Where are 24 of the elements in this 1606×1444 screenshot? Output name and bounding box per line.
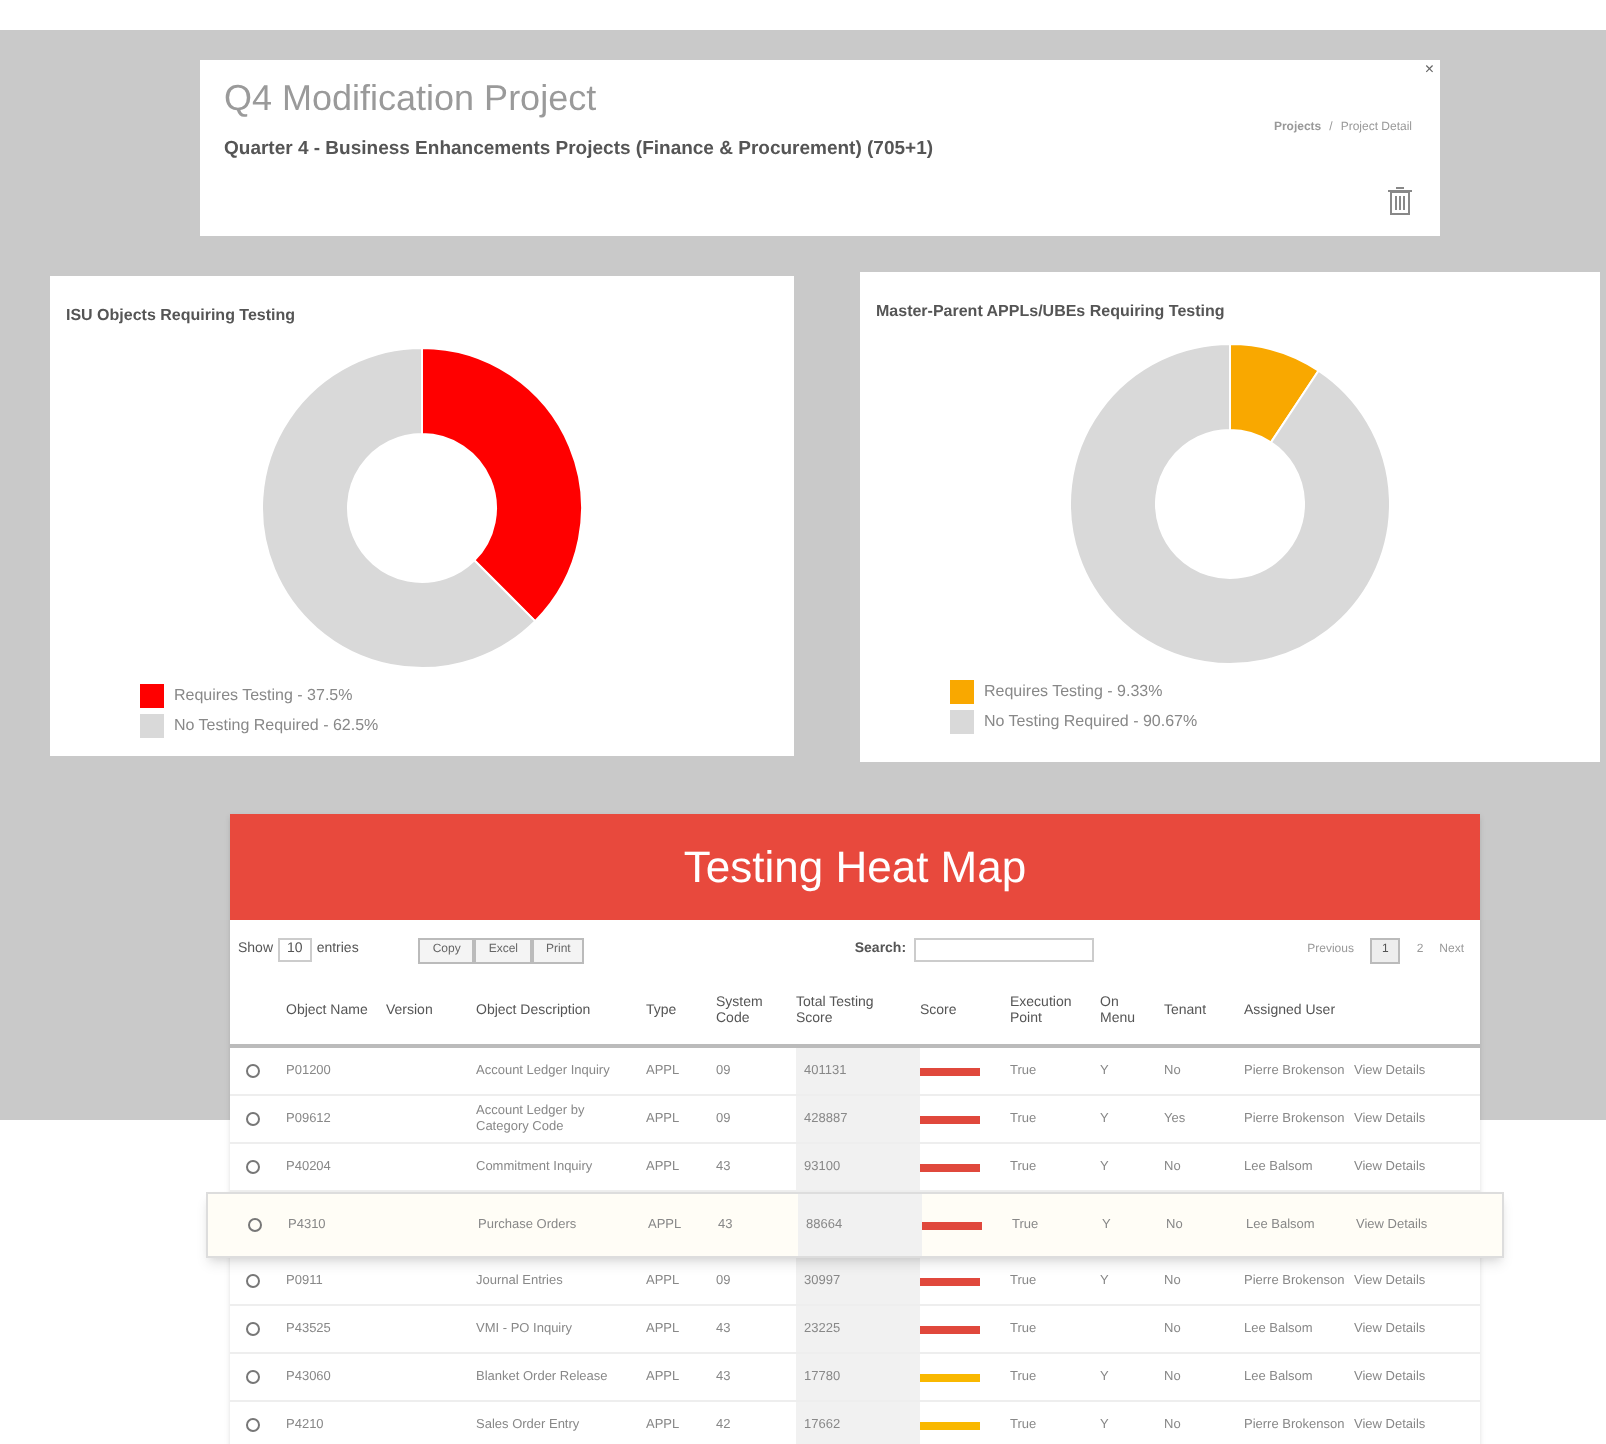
radio-button[interactable] [246, 1418, 260, 1432]
legend-swatch [140, 714, 164, 738]
radio-button[interactable] [246, 1322, 260, 1336]
trash-icon[interactable] [1388, 186, 1412, 216]
legend-swatch [950, 710, 974, 734]
radio-button[interactable] [246, 1160, 260, 1174]
chart-title: Master-Parent APPLs/UBEs Requiring Testing [874, 300, 1227, 324]
radio-button[interactable] [246, 1274, 260, 1288]
radio-button[interactable] [248, 1218, 262, 1232]
radio-button[interactable] [246, 1112, 260, 1126]
radio-button[interactable] [246, 1370, 260, 1384]
legend-label: No Testing Required - 62.5% [174, 714, 379, 738]
legend-label: No Testing Required - 90.67% [984, 710, 1198, 734]
search-field[interactable] [914, 938, 1095, 962]
heat-map-header: Testing Heat Map [230, 814, 1480, 920]
legend-swatch [950, 680, 974, 704]
project-title: Q4 Modification Project [224, 76, 599, 121]
legend-label: Requires Testing - 37.5% [174, 684, 353, 708]
close-button[interactable]: × [1424, 62, 1434, 78]
legend-label: Requires Testing - 9.33% [984, 680, 1163, 704]
chart-title: ISU Objects Requiring Testing [64, 304, 298, 328]
legend-swatch [140, 684, 164, 708]
project-subtitle: Quarter 4 - Business Enhancements Projects (Finance & Procurement) (705+1) [224, 135, 934, 163]
radio-button[interactable] [246, 1064, 260, 1078]
